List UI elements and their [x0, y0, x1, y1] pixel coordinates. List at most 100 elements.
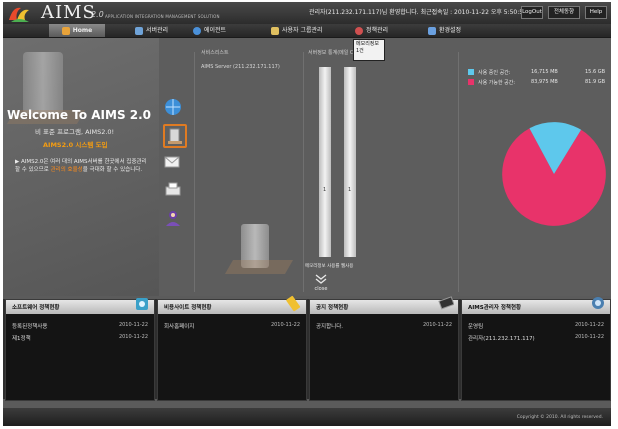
- desc-highlight: 관리의 효율성: [50, 167, 83, 173]
- server-entry[interactable]: AIMS Server (211.232.171.117): [201, 64, 280, 70]
- tooltip-line: 1건: [356, 48, 364, 54]
- overview-button[interactable]: 전체동향: [548, 6, 580, 19]
- tab-user-group[interactable]: 사용자 그룹관리: [271, 24, 323, 37]
- software-icon: [136, 298, 148, 310]
- users-icon: [271, 26, 279, 35]
- welcome-highlight: AIMS2.0 시스템 도입: [43, 141, 108, 149]
- service-server-base: [224, 260, 294, 274]
- usage-bar-1[interactable]: 1: [319, 67, 331, 257]
- panel-software: 소프트웨어 정책현황 등록된정책사용 2010-11-22 제1정책 2010-…: [5, 298, 155, 401]
- app-window: AIMS 2.0 APPLICATION INTEGRATION MANAGEM…: [3, 2, 611, 426]
- policy-panels: 소프트웨어 정책현황 등록된정책사용 2010-11-22 제1정책 2010-…: [3, 295, 611, 401]
- panel-row-date: 2010-11-22: [118, 322, 148, 328]
- logo-text: AIMS: [41, 2, 96, 23]
- settings-icon: [428, 26, 436, 35]
- welcome-panel: Welcome To AIMS 2.0 비 표준 프로그램, AIMS2.0! …: [3, 38, 159, 296]
- globe-icon[interactable]: [163, 97, 183, 117]
- globe-icon: [193, 26, 201, 35]
- panel-row-date: 2010-11-22: [574, 334, 604, 340]
- server-icon: [135, 26, 143, 35]
- close-button[interactable]: close: [310, 274, 332, 294]
- tab-settings[interactable]: 환경설정: [428, 24, 461, 37]
- server-illustration: [23, 52, 63, 114]
- home-icon: [61, 26, 70, 35]
- close-label: close: [314, 286, 328, 292]
- bar-value: 1: [348, 187, 352, 193]
- panel-header: 비용사이트 정책현황: [158, 300, 306, 314]
- chart-tooltip: 메모리정보 1건: [353, 39, 385, 61]
- panel-title: AIMS관리자 정책현황: [468, 305, 522, 311]
- legend-label-used: 사용 중인 공간:: [478, 70, 511, 76]
- panel-title: 소프트웨어 정책현황: [12, 305, 60, 311]
- panel-cost-site: 비용사이트 정책현황 회사홈페이지 2010-11-22: [157, 295, 307, 401]
- panel-row-label[interactable]: 관리자(211.232.171.117): [468, 334, 535, 342]
- bar-labels: 메모리정보 사용률 웹사용: [305, 264, 354, 269]
- panel-row-date: 2010-11-22: [270, 322, 300, 328]
- panel-title: 공지 정책현황: [316, 305, 349, 311]
- panel-admin: AIMS관리자 정책현황 운영팀 2010-11-22 관리자(211.232.…: [461, 297, 611, 401]
- monitor-icon: [592, 297, 604, 309]
- server-config-icon[interactable]: [163, 124, 187, 148]
- panel-header: 소프트웨어 정책현황: [6, 300, 154, 314]
- tab-label: 정책관리: [366, 27, 389, 34]
- usage-bar-2[interactable]: 1: [344, 67, 356, 257]
- disk-usage-pie-chart: [502, 122, 606, 226]
- footer-bar: Copyright © 2010. All rights reserved.: [3, 408, 611, 426]
- divider: [303, 52, 304, 292]
- panel-row-label[interactable]: 운영팀: [468, 322, 483, 330]
- tab-policy[interactable]: 정책관리: [355, 24, 388, 37]
- legend-gb-used: 15.6 GB: [585, 69, 606, 75]
- desc-text-end: 을 극대화 할 수 있습니다.: [82, 167, 143, 173]
- legend-swatch-free: [468, 79, 474, 85]
- panel-header: 공지 정책현황: [310, 300, 458, 314]
- panel-row-label[interactable]: 회사홈페이지: [164, 322, 194, 330]
- user-icon[interactable]: [163, 208, 183, 228]
- panel-row-date: 2010-11-22: [422, 322, 452, 328]
- copyright-text: Copyright © 2010. All rights reserved.: [516, 415, 603, 420]
- welcome-title: Welcome To AIMS 2.0: [7, 108, 152, 122]
- legend-gb-free: 81.9 GB: [585, 79, 606, 85]
- aims-logo-icon: [9, 7, 29, 22]
- panel-notice: 공지 정책현황 공지합니다. 2010-11-22: [309, 296, 459, 401]
- tab-server[interactable]: 서버관리: [135, 24, 168, 37]
- mail-icon[interactable]: [163, 152, 183, 172]
- header-bar: AIMS 2.0 APPLICATION INTEGRATION MANAGEM…: [3, 2, 611, 24]
- notice-icon: [438, 296, 454, 310]
- logo-subtitle: APPLICATION INTEGRATION MANAGEMENT SOLUT…: [105, 14, 220, 19]
- policy-icon: [355, 26, 363, 35]
- help-button[interactable]: Help: [585, 6, 607, 19]
- panel-row-label[interactable]: 등록된정책사용: [12, 322, 47, 330]
- legend-mb-free: 83,975 MB: [531, 79, 558, 85]
- panel-row-date: 2010-11-22: [118, 334, 148, 340]
- panel-row-date: 2010-11-22: [574, 322, 604, 328]
- divider: [458, 52, 459, 292]
- tab-label: 사용자 그룹관리: [282, 27, 323, 34]
- welcome-message: 관리자(211.232.171.117)님 환영합니다. 최근접속일 : 201…: [309, 9, 527, 16]
- welcome-description: ▶ AIMS2.0은 여러 대의 AIMS서버를 한곳에서 집중관리 할 수 있…: [15, 158, 147, 174]
- tab-label: 에이전트: [204, 27, 227, 34]
- tab-label: Home: [72, 27, 93, 34]
- welcome-subtitle: 비 표준 프로그램, AIMS2.0!: [35, 128, 115, 136]
- legend-label-free: 사용 가능한 공간:: [478, 80, 516, 86]
- main-content: Welcome To AIMS 2.0 비 표준 프로그램, AIMS2.0! …: [3, 38, 611, 296]
- panel-row-label[interactable]: 공지합니다.: [316, 322, 343, 330]
- tooltip-line: 메모리정보: [356, 41, 380, 47]
- panel-row-label[interactable]: 제1정책: [12, 334, 31, 342]
- tab-home[interactable]: Home: [49, 24, 105, 37]
- divider: [194, 52, 195, 292]
- main-nav: Home 서버관리 에이전트 사용자 그룹관리 정책관리 환경설정: [3, 24, 611, 38]
- printer-icon[interactable]: [163, 180, 183, 200]
- services-label: 서비스리스트: [201, 50, 229, 56]
- panel-title: 비용사이트 정책현황: [164, 305, 212, 311]
- tab-label: 서버관리: [146, 27, 169, 34]
- tab-agent[interactable]: 에이전트: [193, 24, 226, 37]
- logout-button[interactable]: LogOut: [521, 6, 543, 19]
- logo-version: 2.0: [91, 10, 104, 19]
- chevron-down-icon: [315, 274, 327, 284]
- bar-value: 1: [323, 187, 327, 193]
- tab-label: 환경설정: [439, 27, 462, 34]
- legend-mb-used: 16,715 MB: [531, 69, 558, 75]
- panel-header: AIMS관리자 정책현황: [462, 300, 610, 314]
- usb-icon: [286, 295, 301, 312]
- legend-swatch-used: [468, 69, 474, 75]
